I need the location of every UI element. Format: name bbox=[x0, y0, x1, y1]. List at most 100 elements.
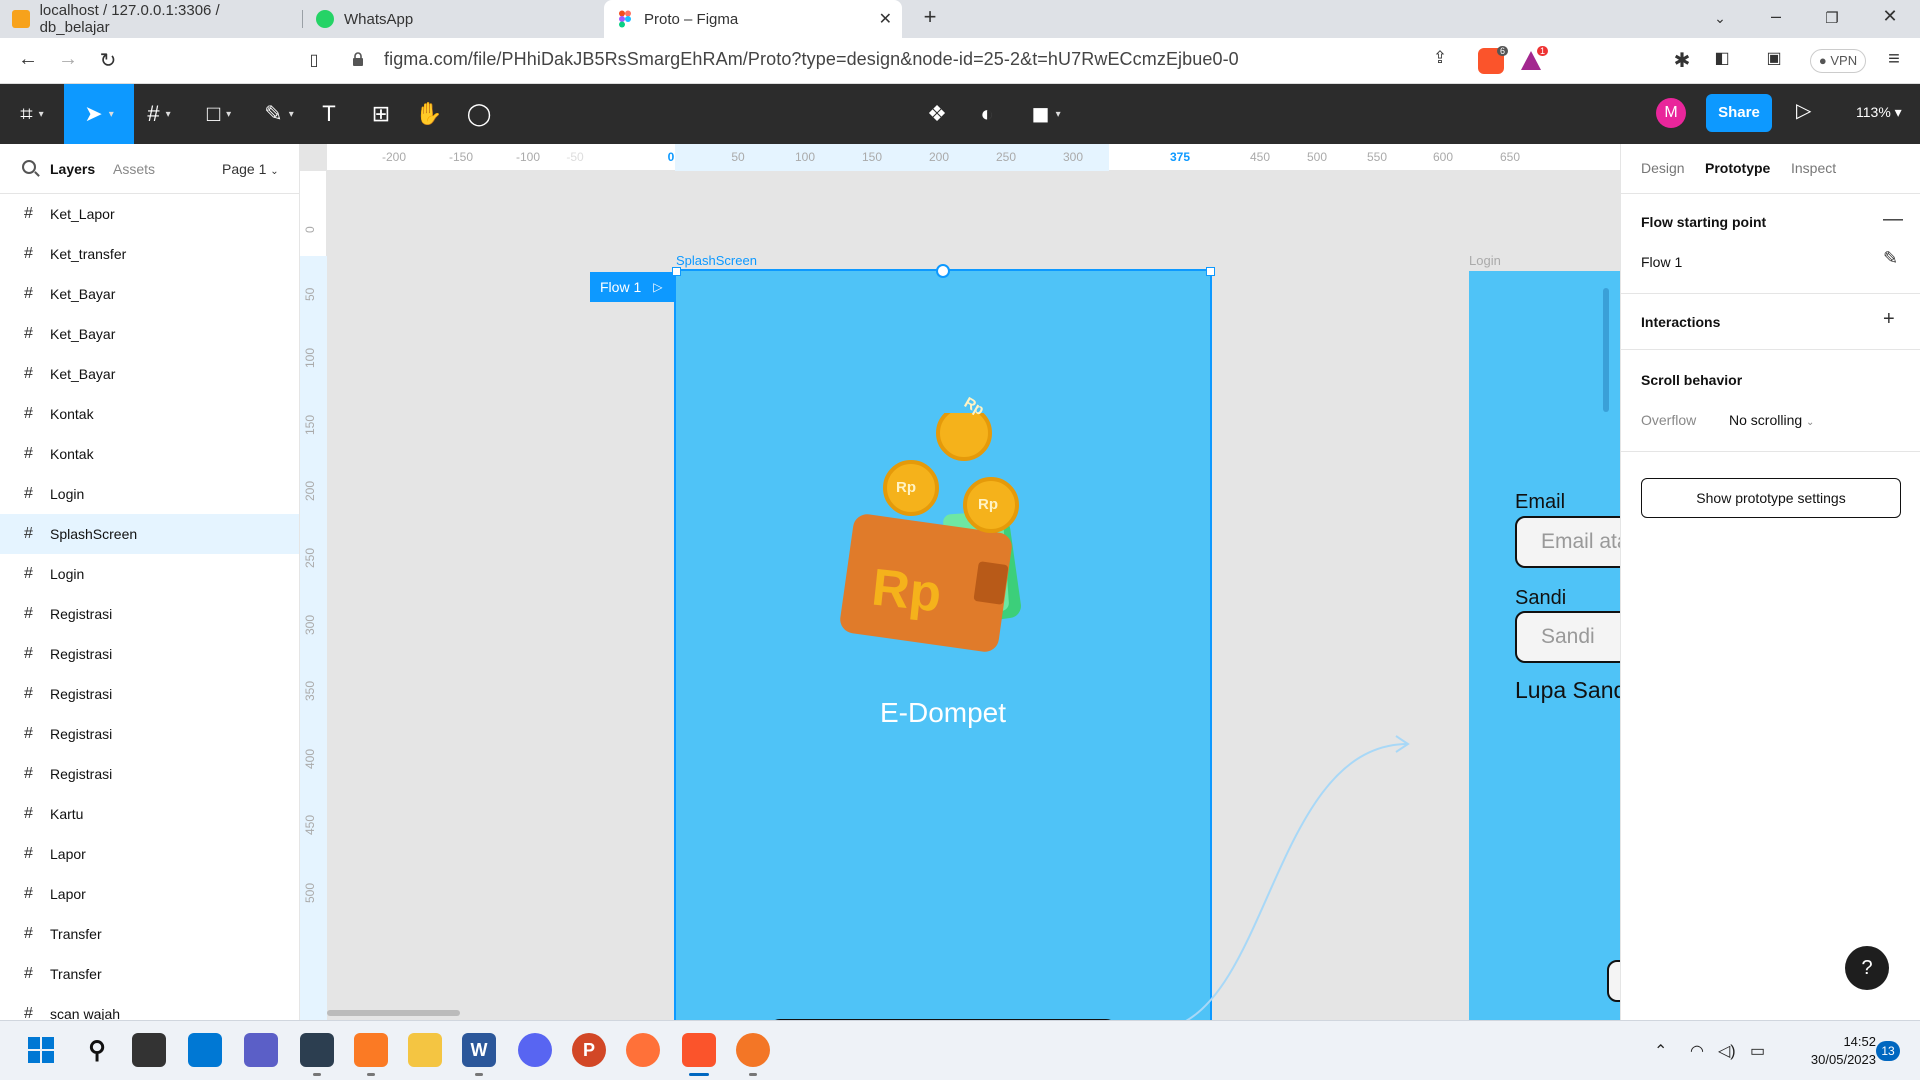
layer-item[interactable]: # scan wajah bbox=[0, 994, 299, 1020]
resize-handle-tl[interactable] bbox=[672, 267, 681, 276]
brave-browser-icon[interactable] bbox=[682, 1033, 716, 1067]
search-icon[interactable]: ⚲ bbox=[80, 1033, 114, 1067]
layer-item[interactable]: # Lapor bbox=[0, 834, 299, 874]
mask-button[interactable]: ◐ bbox=[962, 84, 1012, 144]
comment-tool-button[interactable]: ◯ bbox=[454, 84, 504, 144]
tab-whatsapp[interactable]: WhatsApp bbox=[304, 0, 604, 38]
layer-item[interactable]: # Kartu bbox=[0, 794, 299, 834]
login-scrollbar[interactable] bbox=[1603, 288, 1609, 412]
layer-item[interactable]: # Kontak bbox=[0, 434, 299, 474]
tab-inspect[interactable]: Inspect bbox=[1791, 160, 1836, 176]
flow-name[interactable]: Flow 1 bbox=[1641, 254, 1682, 270]
login-frame[interactable]: Email Email ata Sandi Sandi Lupa Sand bbox=[1469, 271, 1620, 1020]
component-button[interactable]: ❖ bbox=[912, 84, 962, 144]
frame-name-login[interactable]: Login bbox=[1469, 253, 1501, 268]
discord-icon[interactable] bbox=[518, 1033, 552, 1067]
tab-assets[interactable]: Assets bbox=[113, 161, 155, 177]
email-input[interactable]: Email ata bbox=[1515, 516, 1620, 568]
xampp-icon[interactable] bbox=[354, 1033, 388, 1067]
overflow-dropdown[interactable]: No scrolling ⌄ bbox=[1729, 412, 1814, 428]
close-window-icon[interactable]: ✕ bbox=[1876, 6, 1904, 27]
wifi-icon[interactable]: ◠ bbox=[1690, 1041, 1704, 1061]
layer-item[interactable]: # Login bbox=[0, 554, 299, 594]
boolean-button[interactable]: ◼ ▾ bbox=[1016, 84, 1076, 144]
layer-item[interactable]: # Registrasi bbox=[0, 754, 299, 794]
file-explorer-icon[interactable] bbox=[408, 1033, 442, 1067]
tab-figma[interactable]: Proto – Figma ✕ bbox=[604, 0, 902, 38]
forward-icon[interactable]: → bbox=[54, 48, 82, 71]
design-canvas[interactable]: -200 -150 -100 -50 0 50 100 150 200 250 300 375 450 5… bbox=[300, 144, 1620, 1020]
layer-item[interactable]: # Registrasi bbox=[0, 714, 299, 754]
splashscreen-frame[interactable]: Rp Rp Rp Rp E-Dompet bbox=[674, 269, 1212, 1020]
zoom-dropdown[interactable]: 113% ▾ bbox=[1856, 104, 1902, 121]
layer-item[interactable]: # Ket_Lapor bbox=[0, 194, 299, 234]
reload-icon[interactable]: ↻ bbox=[94, 48, 122, 73]
task-view-icon[interactable] bbox=[132, 1033, 166, 1067]
password-input[interactable]: Sandi bbox=[1515, 611, 1620, 663]
flow-start-tag[interactable]: Flow 1 ▷ bbox=[590, 272, 676, 302]
layer-item[interactable]: # Ket_Bayar bbox=[0, 354, 299, 394]
windows-start-icon[interactable] bbox=[24, 1033, 58, 1067]
layer-item[interactable]: # SplashScreen bbox=[0, 514, 299, 554]
page-selector[interactable]: Page 1 ⌄ bbox=[222, 161, 279, 177]
help-button[interactable]: ? bbox=[1845, 946, 1889, 990]
main-menu-button[interactable]: ⌗ ▾ bbox=[0, 84, 64, 144]
brave-rewards-icon[interactable]: 1 bbox=[1518, 46, 1548, 74]
back-icon[interactable]: ← bbox=[14, 48, 42, 71]
tab-layers[interactable]: Layers bbox=[50, 161, 95, 177]
wallet-icon[interactable]: ▣ bbox=[1760, 48, 1788, 68]
layer-item[interactable]: # Registrasi bbox=[0, 674, 299, 714]
forgot-password-link[interactable]: Lupa Sand bbox=[1515, 677, 1620, 704]
minimize-icon[interactable]: – bbox=[1762, 6, 1790, 27]
layer-item[interactable]: # Registrasi bbox=[0, 634, 299, 674]
layer-item[interactable]: # Transfer bbox=[0, 954, 299, 994]
search-icon[interactable] bbox=[22, 160, 36, 174]
add-icon[interactable]: + bbox=[1883, 308, 1895, 331]
layer-item[interactable]: # Ket_Bayar bbox=[0, 274, 299, 314]
present-icon[interactable]: ▷ bbox=[1796, 98, 1811, 123]
frame-name-splash[interactable]: SplashScreen bbox=[676, 253, 757, 268]
resources-tool-button[interactable]: ⊞ bbox=[356, 84, 406, 144]
layer-item[interactable]: # Lapor bbox=[0, 874, 299, 914]
remove-icon[interactable]: — bbox=[1883, 208, 1903, 231]
text-tool-button[interactable]: T bbox=[304, 84, 354, 144]
battery-icon[interactable]: ▭ bbox=[1750, 1041, 1765, 1061]
share-button[interactable]: Share bbox=[1706, 94, 1772, 132]
notification-badge[interactable]: 13 bbox=[1876, 1041, 1900, 1061]
address-bar[interactable]: figma.com/file/PHhiDakJB5RsSmargEhRAm/Pr… bbox=[384, 49, 1239, 70]
layer-item[interactable]: # Kontak bbox=[0, 394, 299, 434]
rotation-handle[interactable] bbox=[936, 264, 950, 278]
tab-design[interactable]: Design bbox=[1641, 160, 1685, 176]
pen-tool-button[interactable]: ✎ ▾ bbox=[254, 84, 304, 144]
terminal-app-icon[interactable] bbox=[300, 1033, 334, 1067]
frame-tool-button[interactable]: # ▾ bbox=[134, 84, 184, 144]
powerpoint-icon[interactable]: P bbox=[572, 1033, 606, 1067]
sidebar-icon[interactable]: ◧ bbox=[1708, 48, 1736, 68]
share-page-icon[interactable]: ⇪ bbox=[1426, 48, 1454, 68]
layer-item[interactable]: # Login bbox=[0, 474, 299, 514]
prototype-connector[interactable] bbox=[1170, 724, 1410, 1020]
brave-shields-icon[interactable]: 6 bbox=[1478, 46, 1508, 74]
vpn-button[interactable]: ● VPN bbox=[1810, 49, 1866, 73]
tab-phpmyadmin[interactable]: localhost / 127.0.0.1:3306 / db_belajar bbox=[0, 0, 300, 38]
jupyter-icon[interactable] bbox=[736, 1033, 770, 1067]
system-clock[interactable]: 14:52 30/05/2023 bbox=[1786, 1033, 1876, 1069]
menu-icon[interactable]: ≡ bbox=[1880, 48, 1908, 71]
canvas-scrollbar[interactable] bbox=[327, 1010, 460, 1016]
layer-item[interactable]: # Transfer bbox=[0, 914, 299, 954]
edit-icon[interactable]: ✎ bbox=[1883, 248, 1898, 269]
restore-icon[interactable]: ❐ bbox=[1818, 9, 1846, 27]
layer-item[interactable]: # Ket_transfer bbox=[0, 234, 299, 274]
volume-icon[interactable]: ◁) bbox=[1718, 1041, 1736, 1061]
show-prototype-settings-button[interactable]: Show prototype settings bbox=[1641, 478, 1901, 518]
layer-item[interactable]: # Registrasi bbox=[0, 594, 299, 634]
shape-tool-button[interactable]: □ ▾ bbox=[194, 84, 244, 144]
extensions-icon[interactable]: ✱ bbox=[1668, 48, 1696, 73]
move-tool-button[interactable]: ➤ ▾ bbox=[64, 84, 134, 144]
firefox-icon[interactable] bbox=[626, 1033, 660, 1067]
layer-item[interactable]: # Ket_Bayar bbox=[0, 314, 299, 354]
hand-tool-button[interactable]: ✋ bbox=[404, 84, 454, 144]
close-tab-icon[interactable]: ✕ bbox=[879, 9, 892, 29]
word-icon[interactable]: W bbox=[462, 1033, 496, 1067]
user-avatar[interactable]: M bbox=[1656, 98, 1686, 128]
